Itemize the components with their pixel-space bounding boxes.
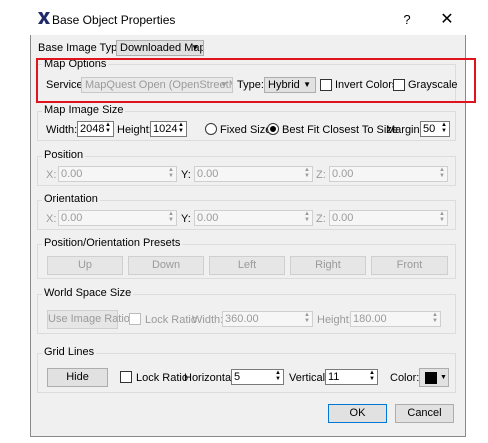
margin-value: 50 [423, 123, 436, 135]
fixed-size-label: Fixed Size [220, 124, 272, 136]
orientation-z-spinbox[interactable]: 0.00 ▲ ▼ [329, 210, 448, 226]
preset-front-button[interactable]: Front [371, 256, 448, 275]
best-fit-radio[interactable] [267, 123, 279, 135]
position-z-label: Z: [316, 169, 326, 181]
preset-down-button[interactable]: Down [128, 256, 204, 275]
spin-arrows-icon: ▲ ▼ [304, 312, 310, 324]
grid-hide-button[interactable]: Hide [47, 368, 108, 387]
orientation-x-spinbox[interactable]: 0.00 ▲ ▼ [58, 210, 177, 226]
position-y-label: Y: [181, 169, 191, 181]
grid-vertical-spinbox[interactable]: 11 ▲ ▼ [325, 369, 378, 385]
preset-right-button[interactable]: Right [290, 256, 366, 275]
map-image-size-title: Map Image Size [42, 104, 126, 116]
grid-horizontal-value: 5 [234, 371, 241, 383]
position-x-value: 0.00 [61, 168, 83, 180]
world-space-title: World Space Size [42, 287, 134, 299]
world-lock-ratio-checkbox[interactable] [129, 313, 141, 325]
margin-label: Margin: [386, 124, 423, 136]
world-width-spinbox[interactable]: 360.00 ▲ ▼ [222, 311, 313, 327]
spin-arrows-icon: ▲ ▼ [432, 312, 438, 324]
grid-horizontal-spinbox[interactable]: 5 ▲ ▼ [231, 369, 284, 385]
chevron-down-icon: ▼ [191, 43, 199, 52]
best-fit-label: Best Fit Closest To Size [282, 124, 398, 136]
orientation-y-spinbox[interactable]: 0.00 ▲ ▼ [194, 210, 313, 226]
orientation-z-value: 0.00 [332, 212, 354, 224]
world-height-value: 180.00 [353, 313, 387, 325]
window-title: Base Object Properties [52, 13, 176, 27]
orientation-title: Orientation [42, 193, 100, 205]
spin-arrows-icon: ▲ ▼ [168, 167, 174, 179]
presets-title: Position/Orientation Presets [42, 237, 183, 249]
world-width-value: 360.00 [225, 313, 259, 325]
grid-lines-title: Grid Lines [42, 346, 97, 358]
position-y-spinbox[interactable]: 0.00 ▲ ▼ [194, 166, 313, 182]
spin-arrows-icon: ▲ ▼ [439, 211, 445, 223]
spin-arrows-icon: ▲ ▼ [369, 370, 375, 382]
grid-color-label: Color: [390, 372, 420, 384]
world-height-spinbox[interactable]: 180.00 ▲ ▼ [350, 311, 441, 327]
spin-arrows-icon: ▲ ▼ [105, 122, 111, 134]
width-value: 2048 [80, 123, 105, 135]
base-image-type-select[interactable]: Downloaded Map ▼ [116, 40, 204, 56]
highlight-box [36, 58, 476, 103]
orientation-z-label: Z: [316, 213, 326, 225]
position-title: Position [42, 149, 86, 161]
grid-lock-ratio-checkbox[interactable] [120, 371, 132, 383]
spin-arrows-icon: ▲ ▼ [304, 167, 310, 179]
position-x-spinbox[interactable]: 0.00 ▲ ▼ [58, 166, 177, 182]
spin-arrows-icon: ▲ ▼ [441, 122, 447, 134]
spin-arrows-icon: ▲ ▼ [304, 211, 310, 223]
grid-color-button[interactable]: ▼ [419, 368, 449, 387]
position-z-spinbox[interactable]: 0.00 ▲ ▼ [329, 166, 448, 182]
help-button[interactable]: ? [396, 10, 418, 30]
color-swatch [425, 372, 437, 384]
world-width-label: Width: [192, 314, 224, 326]
close-button[interactable]: ✕ [436, 10, 458, 30]
height-label: Height: [117, 124, 152, 136]
orientation-y-label: Y: [181, 213, 191, 225]
preset-left-button[interactable]: Left [209, 256, 285, 275]
chevron-down-icon: ▼ [440, 374, 447, 381]
grid-horizontal-label: Horizontal: [184, 372, 237, 384]
fixed-size-radio[interactable] [205, 123, 217, 135]
world-lock-ratio-label: Lock Ratio [145, 314, 197, 326]
preset-up-button[interactable]: Up [47, 256, 123, 275]
spin-arrows-icon: ▲ ▼ [178, 122, 184, 134]
base-image-type-label: Base Image Type: [38, 42, 127, 54]
orientation-x-label: X: [46, 213, 57, 225]
world-height-label: Height: [317, 314, 352, 326]
grid-vertical-value: 11 [328, 371, 340, 383]
app-logo-icon [38, 12, 50, 24]
grid-vertical-label: Vertical: [289, 372, 329, 384]
width-spinbox[interactable]: 2048 ▲ ▼ [77, 121, 114, 137]
orientation-y-value: 0.00 [197, 212, 219, 224]
margin-spinbox[interactable]: 50 ▲ ▼ [420, 121, 450, 137]
spin-arrows-icon: ▲ ▼ [275, 370, 281, 382]
position-z-value: 0.00 [332, 168, 354, 180]
position-x-label: X: [46, 169, 57, 181]
ok-button[interactable]: OK [328, 404, 387, 423]
spin-arrows-icon: ▲ ▼ [168, 211, 174, 223]
spin-arrows-icon: ▲ ▼ [439, 167, 445, 179]
orientation-x-value: 0.00 [61, 212, 83, 224]
width-label: Width: [46, 124, 78, 136]
grid-lock-ratio-label: Lock Ratio [136, 372, 188, 384]
cancel-button[interactable]: Cancel [395, 404, 454, 423]
height-value: 1024 [153, 123, 178, 135]
use-image-ratio-button[interactable]: Use Image Ratio [47, 310, 130, 329]
height-spinbox[interactable]: 1024 ▲ ▼ [150, 121, 187, 137]
position-y-value: 0.00 [197, 168, 219, 180]
